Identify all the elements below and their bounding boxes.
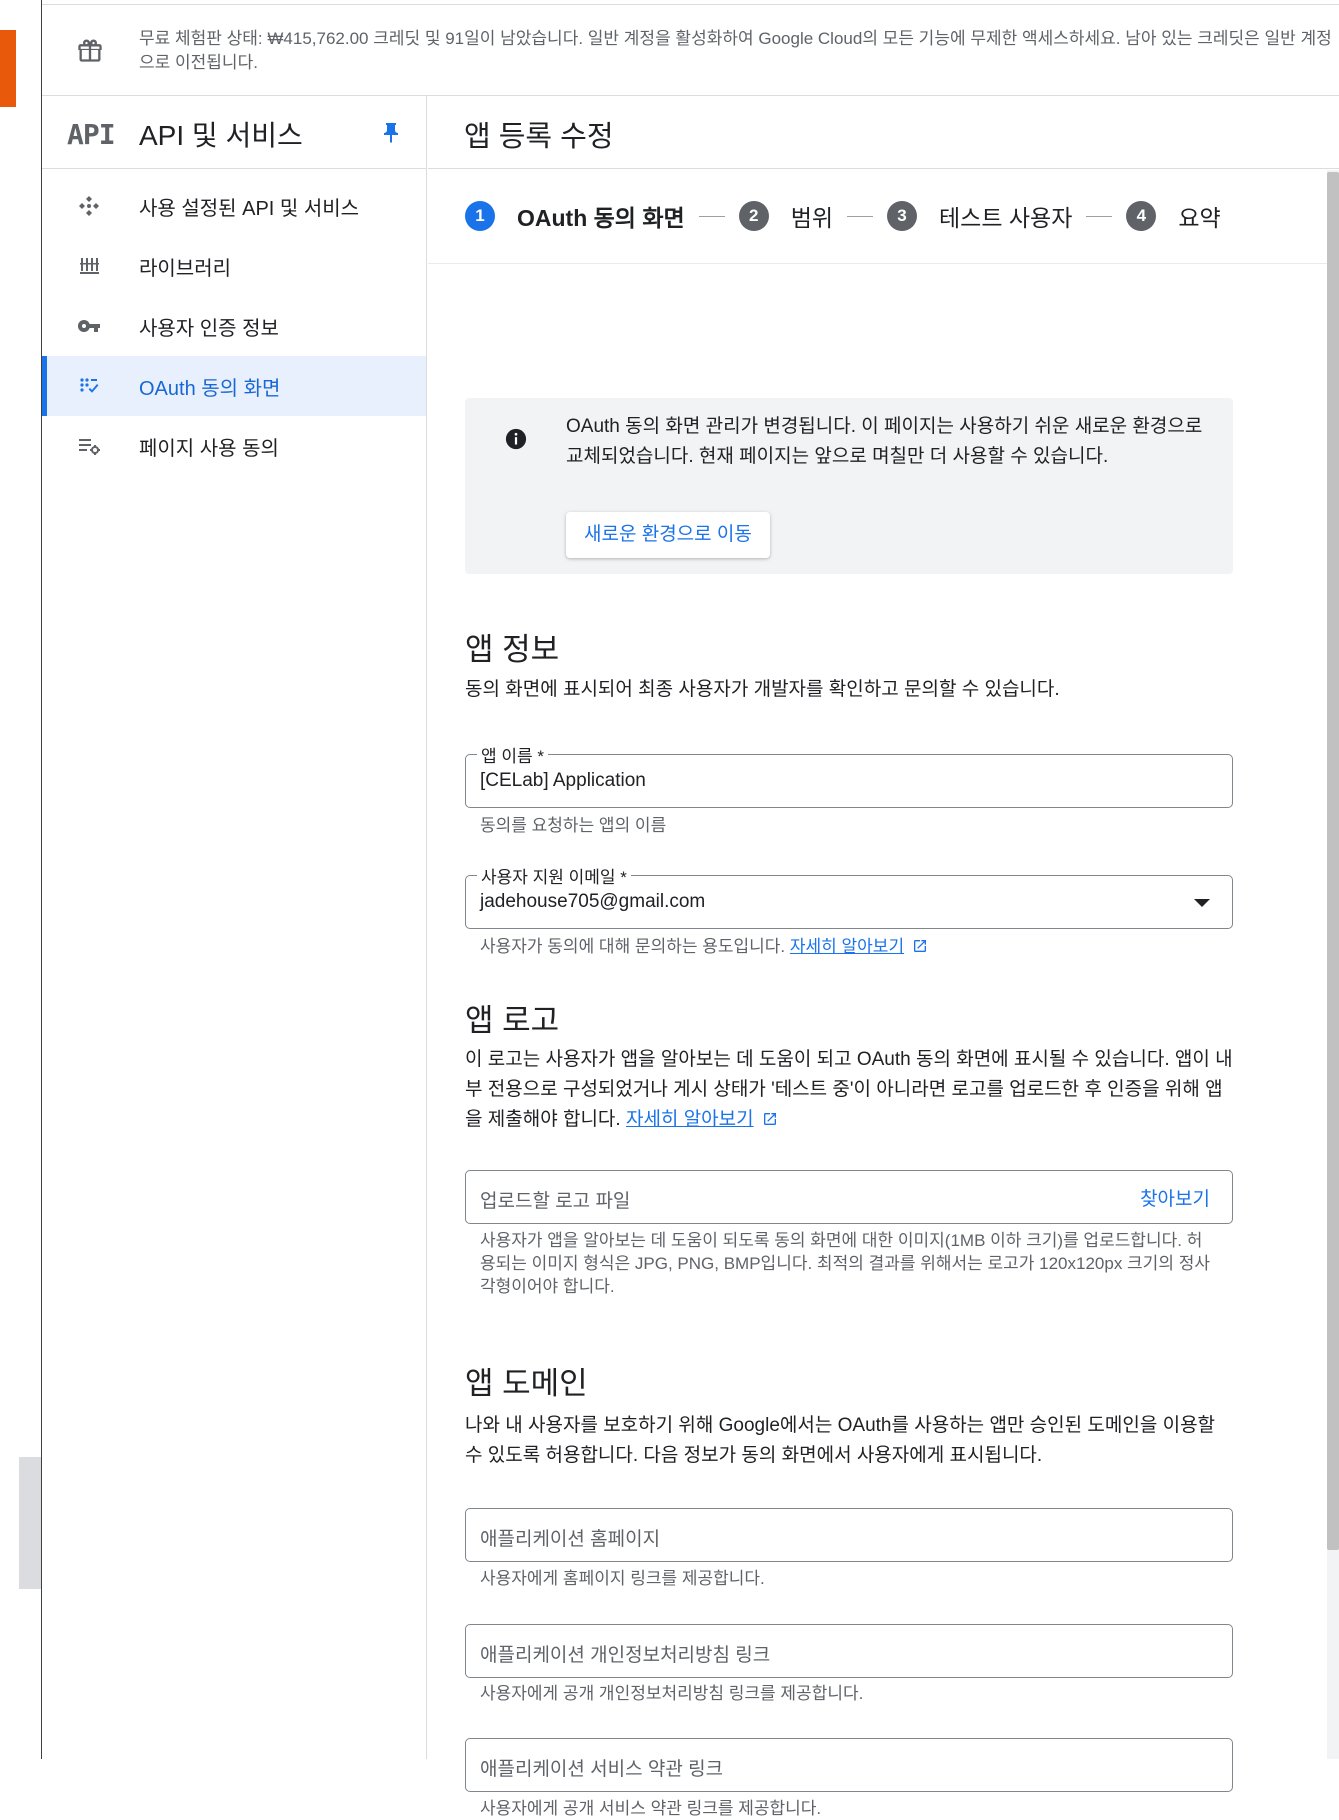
external-scroll-marker [19,1457,41,1589]
sidebar-item-library[interactable]: 라이브러리 [42,236,426,296]
sidebar-item-oauth-consent[interactable]: OAuth 동의 화면 [42,356,426,416]
sidebar-item-enabled-apis[interactable]: 사용 설정된 API 및 서비스 [42,176,426,236]
library-icon [80,258,99,274]
step-label: OAuth 동의 화면 [517,205,685,231]
api-services-icon [79,196,99,216]
app-info-title: 앱 정보 [465,632,560,667]
logo-upload-placeholder: 업로드할 로고 파일 [480,1191,631,1212]
main-panel: 앱 등록 수정 1 OAuth 동의 화면 2 범위 3 테스트 사용자 4 요… [428,96,1339,1818]
sidebar-item-label: 사용 설정된 API 및 서비스 [139,198,360,220]
go-to-new-experience-button[interactable]: 새로운 환경으로 이동 [566,512,770,558]
oauth-consent-icon [80,378,99,393]
external-tab-marker [0,30,16,107]
homepage-placeholder: 애플리케이션 홈페이지 [480,1529,661,1550]
homepage-input[interactable]: 애플리케이션 홈페이지 [465,1508,1233,1562]
sidebar-title: API 및 서비스 [139,120,303,151]
info-notice-text: OAuth 동의 화면 관리가 변경됩니다. 이 페이지는 사용하기 쉬운 새로… [566,416,1203,467]
page-title: 앱 등록 수정 [464,121,614,153]
sidebar-item-label: 라이브러리 [139,258,231,280]
app: 무료 체험판 상태: ₩415,762.00 크레딧 및 91일이 남았습니다.… [42,0,1339,1818]
step-summary[interactable]: 4 요약 [1126,199,1221,233]
app-logo-description-text: 이 로고는 사용자가 앱을 알아보는 데 도움이 되고 OAuth 동의 화면에… [465,1049,1233,1130]
step-separator [698,215,725,217]
info-notice: OAuth 동의 화면 관리가 변경됩니다. 이 페이지는 사용하기 쉬운 새로… [465,398,1233,574]
privacy-policy-placeholder: 애플리케이션 개인정보처리방침 링크 [480,1645,771,1666]
pin-icon[interactable] [379,120,403,146]
app-name-label: 앱 이름 * [477,742,548,767]
support-email-hint-text: 사용자가 동의에 대해 문의하는 용도입니다. [480,937,786,956]
logo-upload-hint: 사용자가 앱을 알아보는 데 도움이 되도록 동의 화면에 대한 이미지(1MB… [480,1231,1210,1296]
chevron-down-icon[interactable] [1194,899,1210,907]
trial-banner: 무료 체험판 상태: ₩415,762.00 크레딧 및 91일이 남았습니다.… [42,4,1339,96]
page-usage-settings-icon [79,439,100,455]
step-separator [847,215,874,217]
key-icon [77,320,100,332]
privacy-policy-input[interactable]: 애플리케이션 개인정보처리방침 링크 [465,1624,1233,1678]
logo-upload-field[interactable]: 업로드할 로고 파일 찾아보기 [465,1170,1233,1224]
external-link-icon [763,1113,776,1125]
step-number: 1 [465,201,495,231]
sidebar: API API 및 서비스 사용 설정된 API 및 서비스 라이브러리 사용자… [42,96,427,1759]
app-domain-title: 앱 도메인 [465,1366,588,1401]
terms-of-service-input[interactable]: 애플리케이션 서비스 약관 링크 [465,1738,1233,1792]
app-info-description: 동의 화면에 표시되어 최종 사용자가 개발자를 확인하고 문의할 수 있습니다… [465,679,1060,700]
step-test-users[interactable]: 3 테스트 사용자 [887,199,1072,233]
external-link-icon [913,940,926,952]
app-name-field[interactable]: 앱 이름 * [CELab] Application [465,742,1233,808]
sidebar-header: API API 및 서비스 [42,96,426,169]
api-logo: API [67,118,116,151]
sidebar-item-label: 사용자 인증 정보 [139,318,279,340]
app-logo-title: 앱 로고 [465,1003,560,1038]
step-oauth-consent[interactable]: 1 OAuth 동의 화면 [465,199,685,233]
learn-more-link[interactable]: 자세히 알아보기 [626,1109,754,1130]
trial-banner-text: 무료 체험판 상태: ₩415,762.00 크레딧 및 91일이 남았습니다.… [139,29,1332,72]
step-label: 범위 [790,205,834,231]
support-email-label: 사용자 지원 이메일 * [477,863,631,888]
sidebar-item-credentials[interactable]: 사용자 인증 정보 [42,296,426,356]
app-name-hint: 동의를 요청하는 앱의 이름 [480,816,667,835]
app-domain-description: 나와 내 사용자를 보호하기 위해 Google에서는 OAuth를 사용하는 … [465,1415,1216,1466]
sidebar-item-label: 페이지 사용 동의 [139,438,279,460]
browse-button[interactable]: 찾아보기 [1140,1184,1210,1211]
app-name-value: [CELab] Application [480,770,646,791]
step-number: 3 [887,201,918,231]
app-logo-description: 이 로고는 사용자가 앱을 알아보는 데 도움이 되고 OAuth 동의 화면에… [465,1045,1233,1135]
stepper: 1 OAuth 동의 화면 2 범위 3 테스트 사용자 4 요약 [428,169,1339,264]
sidebar-item-label: OAuth 동의 화면 [139,378,281,400]
info-icon [505,428,527,450]
support-email-select[interactable]: 사용자 지원 이메일 * jadehouse705@gmail.com [465,863,1233,929]
terms-of-service-placeholder: 애플리케이션 서비스 약관 링크 [480,1759,724,1780]
support-email-value: jadehouse705@gmail.com [480,891,706,912]
homepage-hint: 사용자에게 홈페이지 링크를 제공합니다. [480,1569,765,1588]
support-email-hint: 사용자가 동의에 대해 문의하는 용도입니다. 자세히 알아보기 [480,935,1210,958]
step-label: 요약 [1178,205,1221,231]
main-header: 앱 등록 수정 [428,96,1339,169]
step-label: 테스트 사용자 [939,205,1073,231]
terms-of-service-hint: 사용자에게 공개 서비스 약관 링크를 제공합니다. [480,1799,822,1818]
sidebar-item-page-usage[interactable]: 페이지 사용 동의 [42,416,426,476]
step-number: 2 [738,201,769,231]
left-gutter [0,0,42,1759]
step-number: 4 [1126,201,1157,231]
scrollbar-thumb[interactable] [1327,172,1339,1550]
privacy-policy-hint: 사용자에게 공개 개인정보처리방침 링크를 제공합니다. [480,1684,864,1703]
gift-icon [78,39,102,62]
step-scopes[interactable]: 2 범위 [738,199,834,233]
step-separator [1086,215,1113,217]
learn-more-link[interactable]: 자세히 알아보기 [790,937,904,956]
